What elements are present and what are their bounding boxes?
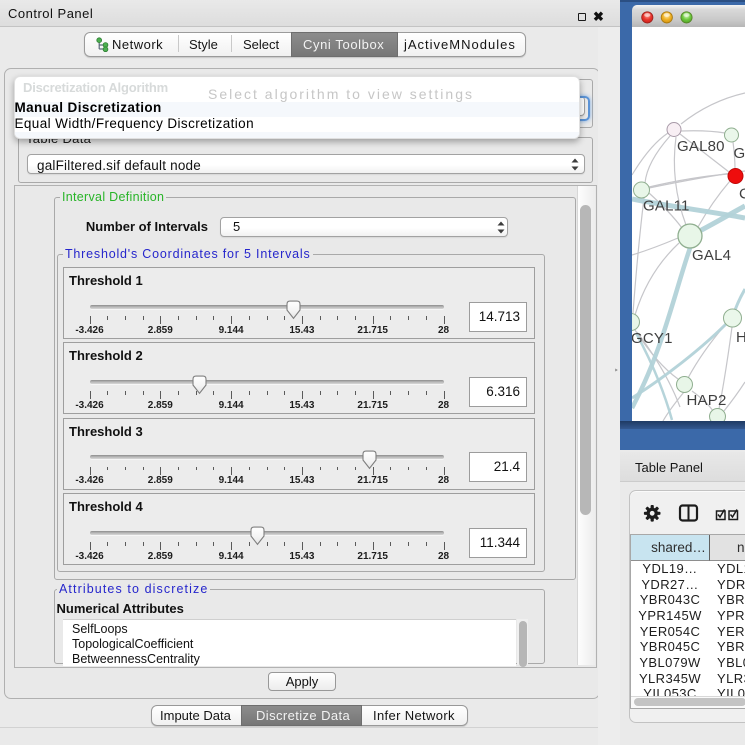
svg-text:GAL4: GAL4	[692, 247, 731, 264]
svg-text:GAL80: GAL80	[677, 138, 725, 155]
svg-text:HAP2: HAP2	[687, 392, 727, 409]
svg-text:GAL11: GAL11	[643, 198, 690, 215]
svg-text:C: C	[739, 186, 745, 203]
svg-text:GCY1: GCY1	[632, 330, 673, 347]
svg-text:GA: GA	[734, 145, 745, 162]
svg-text:H: H	[736, 329, 745, 346]
